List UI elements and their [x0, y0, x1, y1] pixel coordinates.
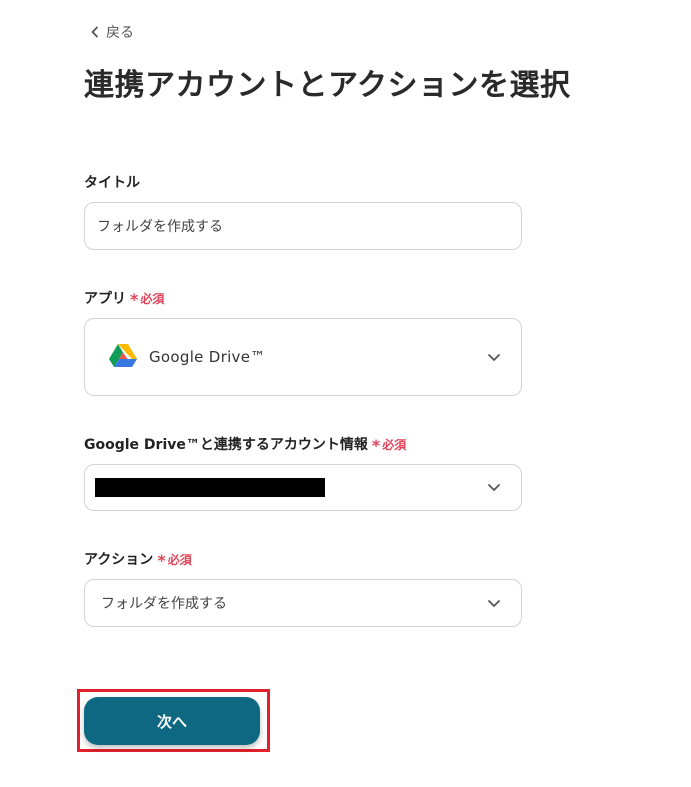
- next-button[interactable]: 次へ: [84, 697, 260, 745]
- title-input[interactable]: フォルダを作成する: [84, 202, 522, 250]
- chevron-left-icon: [90, 26, 100, 38]
- app-label-text: アプリ: [84, 291, 126, 307]
- action-field-label: アクション * 必須: [84, 549, 192, 569]
- action-label-text: アクション: [84, 552, 154, 568]
- page-title: 連携アカウントとアクションを選択: [84, 68, 571, 103]
- action-select[interactable]: フォルダを作成する: [84, 579, 522, 627]
- back-label: 戻る: [106, 25, 134, 41]
- account-field-label: Google Drive™と連携するアカウント情報 * 必須: [84, 434, 406, 454]
- title-label-text: タイトル: [84, 175, 140, 191]
- redacted-account-value: [95, 478, 325, 497]
- chevron-down-icon: [487, 599, 501, 608]
- required-badge: * 必須: [371, 436, 407, 455]
- app-select[interactable]: Google Drive™: [84, 318, 522, 396]
- required-badge: * 必須: [157, 551, 192, 570]
- back-link[interactable]: 戻る: [90, 22, 134, 42]
- chevron-down-icon: [487, 483, 501, 492]
- chevron-down-icon: [487, 353, 501, 362]
- required-badge: * 必須: [130, 290, 165, 309]
- app-field-label: アプリ * 必須: [84, 288, 164, 308]
- account-select[interactable]: [84, 464, 522, 511]
- action-select-value: フォルダを作成する: [101, 596, 227, 612]
- title-input-value: フォルダを作成する: [97, 219, 223, 235]
- title-field-label: タイトル: [84, 172, 140, 192]
- app-select-value: Google Drive™: [149, 348, 266, 366]
- account-label-text: Google Drive™と連携するアカウント情報: [84, 437, 368, 453]
- google-drive-icon: [109, 343, 137, 371]
